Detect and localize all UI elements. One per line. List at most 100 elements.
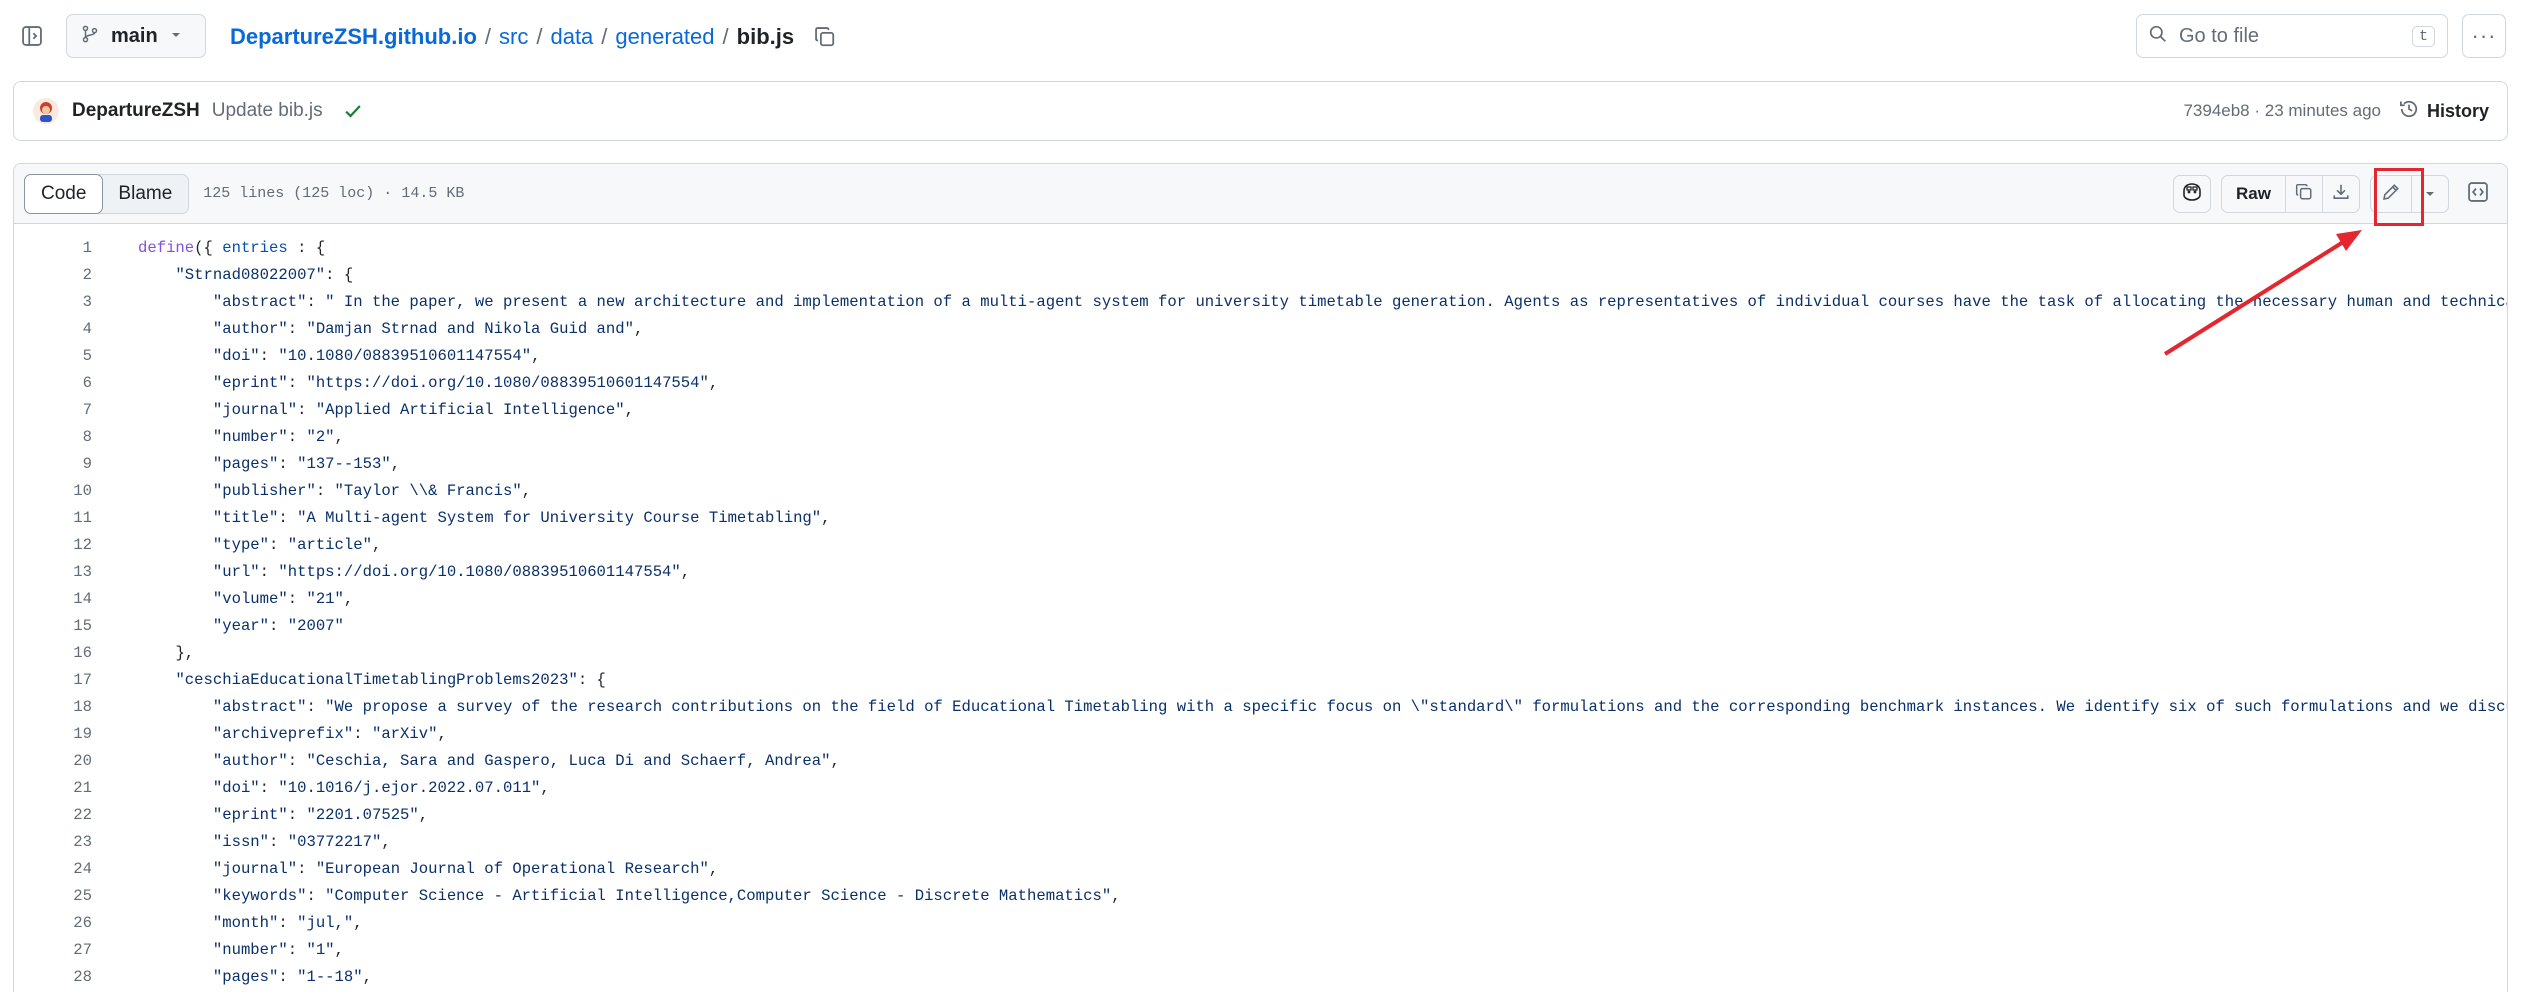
code-token: : <box>259 562 279 581</box>
commit-meta[interactable]: 7394eb8 · 23 minutes ago <box>2183 101 2381 121</box>
go-to-file-input[interactable]: Go to file t <box>2136 14 2448 58</box>
code-token: "jul," <box>297 913 354 932</box>
line-number[interactable]: 13 <box>14 563 92 581</box>
line-number[interactable]: 4 <box>14 320 92 338</box>
line-source: "eprint": "2201.07525", <box>138 806 428 824</box>
breadcrumb-file: bib.js <box>736 24 795 49</box>
line-number[interactable]: 5 <box>14 347 92 365</box>
commit-message[interactable]: Update bib.js <box>212 100 323 122</box>
code-token: : <box>278 913 298 932</box>
code-token: , <box>540 778 550 797</box>
code-token: , <box>531 346 541 365</box>
shortcut-key: t <box>2411 25 2435 47</box>
line-number[interactable]: 15 <box>14 617 92 635</box>
commit-author[interactable]: DepartureZSH <box>72 100 200 122</box>
code-token: , <box>334 940 344 959</box>
code-line: 28 "pages": "1--18", <box>14 963 2507 990</box>
history-button[interactable]: History <box>2399 99 2489 124</box>
check-icon[interactable] <box>343 101 363 121</box>
branch-select-button[interactable]: main <box>66 14 206 58</box>
line-number[interactable]: 16 <box>14 644 92 662</box>
code-token: "ceschiaEducationalTimetablingProblems20… <box>175 670 578 689</box>
avatar[interactable] <box>32 97 60 125</box>
copy-path-icon[interactable] <box>814 26 836 48</box>
more-options-button[interactable]: ··· <box>2462 14 2506 58</box>
code-token: "European Journal of Operational Researc… <box>315 859 709 878</box>
code-token: "Ceschia, Sara and Gaspero, Luca Di and … <box>306 751 831 770</box>
line-number[interactable]: 22 <box>14 806 92 824</box>
code-token: , <box>624 400 634 419</box>
raw-button[interactable]: Raw <box>2221 175 2286 213</box>
code-token: "title" <box>212 508 279 527</box>
line-number[interactable]: 14 <box>14 590 92 608</box>
line-number[interactable]: 23 <box>14 833 92 851</box>
code-token: : <box>278 454 298 473</box>
code-token: "arXiv" <box>371 724 438 743</box>
symbols-panel-button[interactable] <box>2459 175 2497 213</box>
code-token: entries <box>222 238 288 257</box>
line-number[interactable]: 25 <box>14 887 92 905</box>
code-line: 25 "keywords": "Computer Science - Artif… <box>14 882 2507 909</box>
code-token: : <box>287 751 307 770</box>
line-number[interactable]: 3 <box>14 293 92 311</box>
code-token: "author" <box>212 751 288 770</box>
file-actions: Raw <box>2173 174 2497 214</box>
edit-options-dropdown[interactable] <box>2411 175 2449 213</box>
breadcrumb-repo-link[interactable]: DepartureZSH.github.io <box>230 24 477 50</box>
line-number[interactable]: 24 <box>14 860 92 878</box>
code-line: 7 "journal": "Applied Artificial Intelli… <box>14 396 2507 423</box>
line-number[interactable]: 28 <box>14 968 92 986</box>
breadcrumb-separator: / <box>601 24 608 49</box>
download-button[interactable] <box>2322 175 2360 213</box>
line-number[interactable]: 6 <box>14 374 92 392</box>
line-number[interactable]: 9 <box>14 455 92 473</box>
line-number[interactable]: 11 <box>14 509 92 527</box>
breadcrumb-dir-generated[interactable]: generated <box>615 24 714 50</box>
code-token: "volume" <box>212 589 288 608</box>
code-token: "abstract" <box>212 292 307 311</box>
code-token: "number" <box>212 427 288 446</box>
line-number[interactable]: 10 <box>14 482 92 500</box>
code-token: "author" <box>212 319 288 338</box>
line-number[interactable]: 12 <box>14 536 92 554</box>
line-number[interactable]: 19 <box>14 725 92 743</box>
copy-raw-button[interactable] <box>2285 175 2323 213</box>
line-number[interactable]: 8 <box>14 428 92 446</box>
line-source: "title": "A Multi-agent System for Unive… <box>138 509 831 527</box>
code-token: "Taylor \\& Francis" <box>334 481 522 500</box>
line-number[interactable]: 27 <box>14 941 92 959</box>
line-number[interactable]: 1 <box>14 239 92 257</box>
code-token: : <box>269 535 288 554</box>
code-token: : <box>297 859 316 878</box>
tab-blame[interactable]: Blame <box>102 175 188 213</box>
raw-copy-download-group: Raw <box>2221 175 2360 213</box>
line-number[interactable]: 18 <box>14 698 92 716</box>
line-number[interactable]: 7 <box>14 401 92 419</box>
line-number[interactable]: 20 <box>14 752 92 770</box>
code-line: 2 "Strnad08022007": { <box>14 261 2507 288</box>
line-number[interactable]: 21 <box>14 779 92 797</box>
edit-file-button[interactable] <box>2370 175 2412 213</box>
copilot-button[interactable] <box>2173 175 2212 213</box>
line-number[interactable]: 2 <box>14 266 92 284</box>
sidebar-toggle-icon[interactable] <box>18 22 46 50</box>
code-line: 19 "archiveprefix": "arXiv", <box>14 720 2507 747</box>
code-token: : <box>306 886 326 905</box>
code-token: "2007" <box>287 616 344 635</box>
line-number[interactable]: 26 <box>14 914 92 932</box>
copilot-icon <box>2181 182 2203 207</box>
line-number[interactable]: 17 <box>14 671 92 689</box>
tab-code[interactable]: Code <box>24 173 104 214</box>
breadcrumb-dir-src[interactable]: src <box>499 24 528 50</box>
breadcrumb-dir-data[interactable]: data <box>550 24 593 50</box>
code-token: "03772217" <box>287 832 382 851</box>
history-icon <box>2399 99 2419 124</box>
line-source: "doi": "10.1080/08839510601147554", <box>138 346 541 365</box>
